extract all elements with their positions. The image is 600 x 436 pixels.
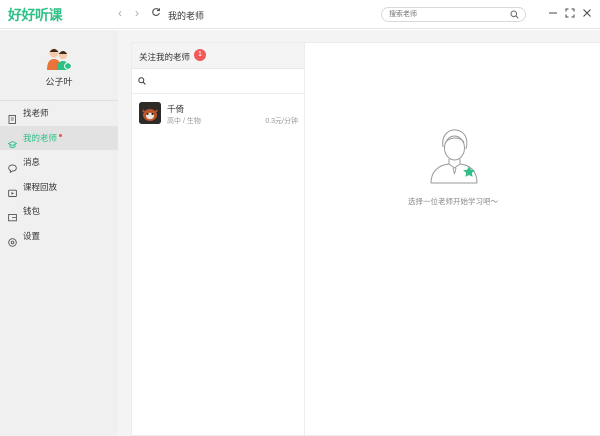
refresh-icon[interactable] bbox=[151, 7, 161, 19]
sidebar-item-wallet[interactable]: 钱包 bbox=[0, 199, 118, 224]
sidebar-item-course-replay[interactable]: 课程回放 bbox=[0, 175, 118, 200]
graduation-cap-icon bbox=[7, 134, 18, 148]
sidebar-item-find-teacher[interactable]: 找老师 bbox=[0, 101, 118, 126]
teacher-price: 0.3元/分钟 bbox=[265, 118, 298, 125]
close-icon[interactable] bbox=[581, 7, 593, 19]
teacher-avatar bbox=[139, 102, 161, 124]
title-bar: 好好听课 ‹ › 我的老师 bbox=[0, 0, 600, 29]
sidebar-item-label: 消息 bbox=[23, 157, 41, 167]
teacher-list-search[interactable] bbox=[132, 69, 304, 94]
sidebar-item-label: 钱包 bbox=[23, 206, 41, 216]
notification-dot bbox=[59, 133, 63, 137]
teacher-list-search-input[interactable] bbox=[150, 75, 295, 88]
user-profile[interactable]: 公子叶 bbox=[0, 30, 118, 98]
teacher-list-item[interactable]: 千倚 高中 / 生物 0.3元/分钟 bbox=[132, 95, 304, 132]
page-title: 我的老师 bbox=[168, 11, 205, 21]
teacher-list-header: 关注我的老师 1 bbox=[132, 43, 304, 69]
chat-bubble-icon bbox=[8, 158, 17, 174]
search-icon[interactable] bbox=[510, 10, 519, 21]
sidebar-item-label: 设置 bbox=[23, 230, 41, 241]
sidebar-item-my-teachers[interactable]: 我的老师 bbox=[0, 125, 118, 150]
fullscreen-icon[interactable] bbox=[564, 7, 576, 19]
sidebar-item-label: 课程回放 bbox=[23, 181, 58, 192]
empty-state-text: 选择一位老师开始学习吧～ bbox=[408, 197, 498, 206]
app-logo: 好好听课 bbox=[8, 7, 63, 23]
find-teacher-icon bbox=[8, 109, 17, 124]
sidebar: 公子叶 找老师 我的老师 消息 课程回放 钱包 设置 bbox=[0, 30, 118, 436]
teacher-search-box[interactable] bbox=[381, 7, 526, 22]
chevron-left-icon[interactable]: ‹ bbox=[118, 7, 122, 19]
sidebar-item-settings[interactable]: 设置 bbox=[0, 224, 118, 249]
video-play-icon bbox=[8, 183, 17, 197]
user-name: 公子叶 bbox=[45, 77, 73, 87]
settings-icon bbox=[8, 232, 17, 247]
teacher-search-input[interactable] bbox=[389, 9, 507, 20]
sidebar-item-label: 我的老师 bbox=[23, 132, 58, 143]
sidebar-item-messages[interactable]: 消息 bbox=[0, 150, 118, 175]
teacher-star-illustration bbox=[429, 127, 479, 185]
teacher-list-title: 关注我的老师 bbox=[139, 52, 191, 62]
teacher-list-panel: 关注我的老师 1 千倚 高中 / 生物 0.3元/分钟 bbox=[131, 42, 304, 436]
teacher-detail-panel: 选择一位老师开始学习吧～ bbox=[304, 42, 600, 436]
teacher-subject: 高中 / 生物 bbox=[167, 118, 201, 125]
wallet-icon bbox=[8, 207, 17, 222]
sidebar-menu: 找老师 我的老师 消息 课程回放 钱包 设置 bbox=[0, 100, 118, 248]
chevron-right-icon[interactable]: › bbox=[135, 7, 139, 19]
sidebar-item-label: 找老师 bbox=[23, 108, 49, 118]
search-icon bbox=[138, 77, 146, 87]
avatar[interactable] bbox=[44, 44, 74, 74]
count-badge: 1 bbox=[194, 49, 206, 61]
minimize-icon[interactable] bbox=[547, 7, 559, 19]
teacher-name: 千倚 bbox=[167, 104, 185, 114]
